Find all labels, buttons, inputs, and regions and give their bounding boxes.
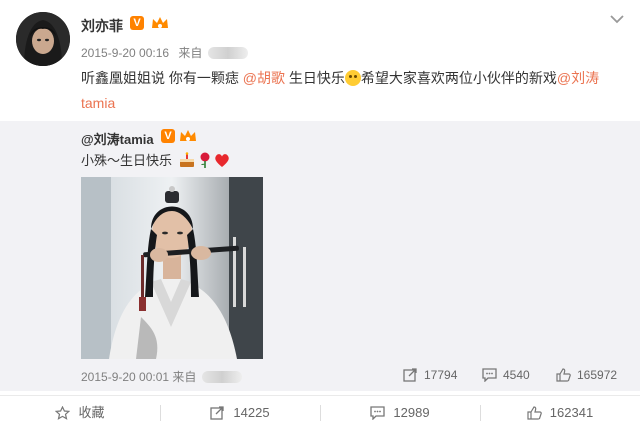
repost-share-count: 17794	[424, 368, 458, 382]
vip-crown-icon[interactable]	[178, 128, 198, 144]
repost-text: 小殊～生日快乐	[81, 153, 173, 168]
comment-count: 12989	[393, 405, 430, 420]
comment-icon	[370, 406, 386, 421]
repost-timestamp[interactable]: 2015-9-20 00:01	[81, 370, 169, 384]
post-text-part: 听鑫凰姐姐说 你有一颗痣	[81, 70, 243, 86]
repost-comment-button[interactable]: 4540	[482, 368, 530, 383]
favorite-button[interactable]: 收藏	[0, 396, 160, 429]
repost-photo[interactable]	[81, 177, 263, 359]
cake-icon	[179, 152, 194, 167]
like-icon	[527, 406, 542, 420]
share-count: 14225	[233, 405, 270, 420]
like-icon	[556, 368, 571, 382]
rose-icon	[200, 152, 210, 168]
post-author[interactable]: 刘亦菲	[81, 16, 123, 36]
repost-author[interactable]: @刘涛tamia	[81, 129, 154, 148]
repost-card: @刘涛tamia V 小殊～生日快乐 2015-9-20 00:01 来自 17…	[0, 121, 640, 391]
verified-icon: V	[130, 16, 144, 30]
like-count: 162341	[549, 405, 594, 420]
share-button[interactable]: 14225	[160, 396, 320, 429]
comment-icon	[482, 368, 497, 383]
post-timestamp[interactable]: 2015-9-20 00:16	[81, 46, 169, 60]
post-text-part: 希望大家喜欢两位小伙伴的新戏	[360, 70, 557, 86]
post-meta: 2015-9-20 00:16 来自	[81, 44, 248, 61]
heart-icon	[214, 154, 229, 167]
verified-icon: V	[161, 129, 175, 143]
post-text-part: 生日快乐	[285, 70, 345, 86]
star-icon	[55, 405, 71, 420]
like-button[interactable]: 162341	[480, 396, 640, 429]
post-source-blurred	[207, 47, 248, 59]
dropdown-chevron-icon[interactable]	[610, 14, 624, 24]
share-icon	[210, 406, 225, 420]
post-source-label: 来自	[178, 46, 203, 60]
repost-share-button[interactable]: 17794	[403, 368, 457, 382]
post-text: 听鑫凰姐姐说 你有一颗痣 @胡歌 生日快乐 希望大家喜欢两位小伙伴的新戏@刘涛ta…	[81, 66, 626, 116]
share-icon	[403, 368, 417, 382]
mention-link[interactable]: @胡歌	[243, 70, 285, 86]
repost-like-button[interactable]: 165972	[556, 368, 617, 382]
repost-meta: 2015-9-20 00:01 来自	[81, 368, 242, 385]
comment-button[interactable]: 12989	[320, 396, 480, 429]
emoji-icon	[344, 70, 361, 86]
repost-text-line: 小殊～生日快乐	[81, 152, 230, 170]
avatar[interactable]	[16, 12, 70, 66]
action-bar: 收藏 14225 12989 162341	[0, 395, 640, 429]
favorite-label: 收藏	[78, 405, 105, 420]
repost-source-blurred	[201, 371, 242, 383]
repost-comment-count: 4540	[503, 368, 530, 382]
repost-source-label: 来自	[172, 370, 197, 384]
vip-crown-icon[interactable]	[150, 15, 170, 31]
repost-like-count: 165972	[577, 368, 618, 382]
